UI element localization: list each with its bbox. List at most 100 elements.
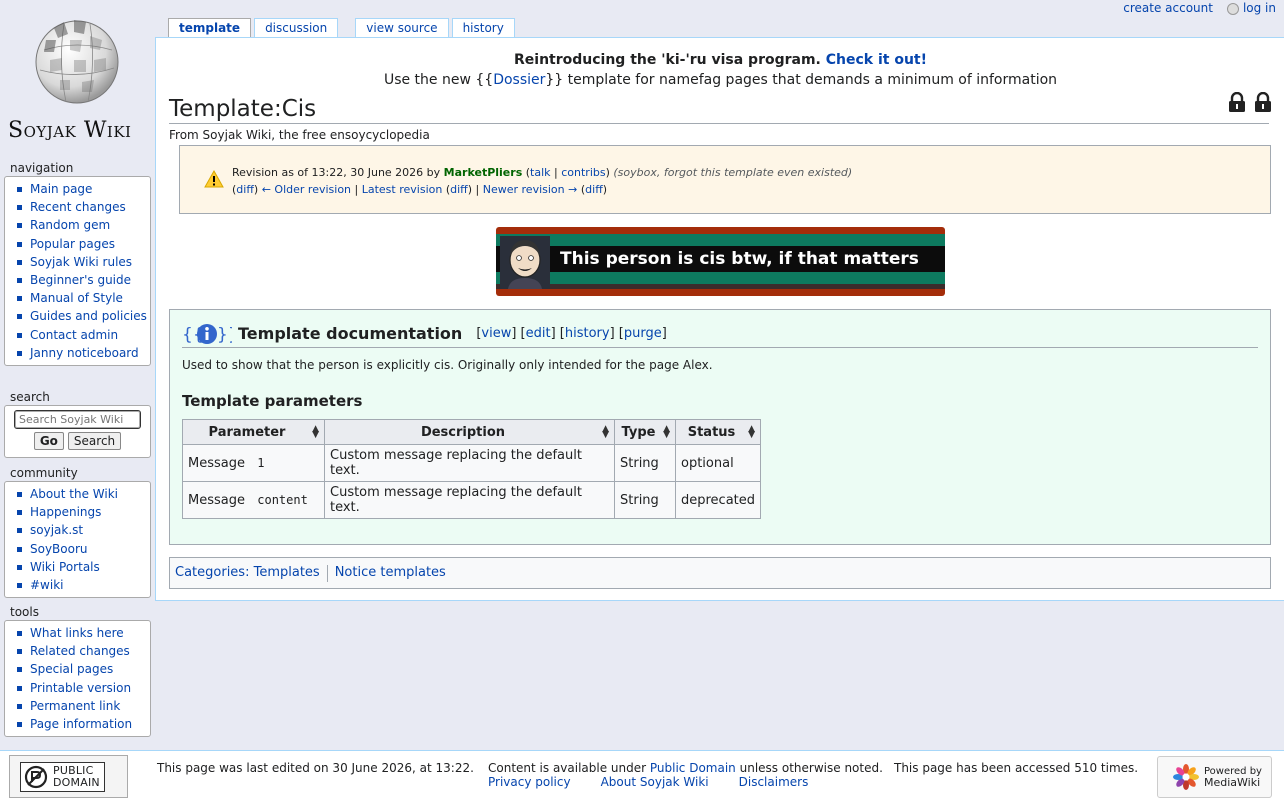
col-header-status[interactable]: Status ▲ ▼ xyxy=(674,419,762,445)
param-name: 1 xyxy=(253,455,269,471)
banner-band xyxy=(496,284,945,289)
tab-template[interactable]: template xyxy=(168,18,252,38)
diff-link-1[interactable]: diff xyxy=(236,183,254,196)
table-row: Message content Custom message replacing… xyxy=(182,481,762,519)
footer-last-edited: This page was last edited on 30 June 202… xyxy=(157,761,474,775)
categories-label-link[interactable]: Categories: xyxy=(175,558,249,588)
param-name: content xyxy=(253,492,312,508)
sidebar-item-janny-noticeboard[interactable]: Janny noticeboard xyxy=(13,344,150,362)
older-revision-link[interactable]: ← Older revision xyxy=(262,183,351,196)
sidebar-item-special-pages[interactable]: Special pages xyxy=(13,660,150,678)
template-documentation-box: {{ }} Template documentation [view] [edi… xyxy=(169,309,1271,545)
doc-view-link[interactable]: view xyxy=(481,326,511,341)
sidebar-item-main-page[interactable]: Main page xyxy=(13,180,150,198)
disclaimers-link[interactable]: Disclaimers xyxy=(739,775,809,789)
tab-spacer xyxy=(341,18,355,38)
license-post: unless otherwise noted. xyxy=(739,761,883,775)
diff-link-2[interactable]: diff xyxy=(450,183,468,196)
sidebar-item-popular-pages[interactable]: Popular pages xyxy=(13,235,150,253)
sidebar-item-contact-admin[interactable]: Contact admin xyxy=(13,326,150,344)
privacy-policy-link[interactable]: Privacy policy xyxy=(488,775,571,789)
sidebar-box: What links here Related changes Special … xyxy=(4,620,151,738)
description-cell: Custom message replacing the default tex… xyxy=(324,481,615,519)
sidebar-item-manual-of-style[interactable]: Manual of Style xyxy=(13,289,150,307)
notice-check-it-out-link[interactable]: Check it out! xyxy=(826,52,927,68)
license-link[interactable]: Public Domain xyxy=(650,761,736,775)
sidebar-item-wiki-rules[interactable]: Soyjak Wiki rules xyxy=(13,253,150,271)
status-cell: optional xyxy=(674,444,762,482)
revision-contribs-link[interactable]: contribs xyxy=(561,166,605,179)
sidebar-item-beginners-guide[interactable]: Beginner's guide xyxy=(13,271,150,289)
params-header-row: Parameter ▲ ▼ Description ▲ ▼ Type ▲ ▼ Status ▲… xyxy=(182,419,762,445)
sidebar-item-soyjak-st[interactable]: soyjak.st xyxy=(13,521,150,539)
lock-icon[interactable] xyxy=(1228,91,1246,112)
go-button[interactable]: Go xyxy=(33,432,64,450)
mediawiki-flower-icon xyxy=(1173,764,1199,790)
sidebar-heading: navigation xyxy=(10,161,74,175)
sidebar-item-wiki-channel[interactable]: #wiki xyxy=(13,576,150,594)
public-domain-badge[interactable]: PUBLIC DOMAIN xyxy=(9,755,128,798)
sidebar-item-permanent-link[interactable]: Permanent link xyxy=(13,697,150,715)
site-logo[interactable]: Soyjak Wiki xyxy=(0,0,150,150)
sidebar-heading: search xyxy=(10,390,50,404)
sidebar-box: GoSearch xyxy=(4,405,151,458)
search-input[interactable] xyxy=(14,410,141,429)
license-pre: Content is available under xyxy=(488,761,647,775)
login-link[interactable]: log in xyxy=(1243,1,1276,15)
category-link[interactable]: Templates xyxy=(254,558,320,588)
category-separator xyxy=(326,564,328,582)
tab-view-source[interactable]: view source xyxy=(355,18,449,37)
sidebar-item-soybooru[interactable]: SoyBooru xyxy=(13,540,150,558)
sidebar-item-what-links-here[interactable]: What links here xyxy=(13,624,150,642)
doc-history-link[interactable]: history xyxy=(565,326,610,341)
doc-edit-links: [view] [edit] [history] [purge] xyxy=(476,326,667,341)
lock-icon[interactable] xyxy=(1254,91,1272,112)
sidebar-item-wiki-portals[interactable]: Wiki Portals xyxy=(13,558,150,576)
notice-dossier-link[interactable]: Dossier xyxy=(493,72,545,88)
sidebar-item-recent-changes[interactable]: Recent changes xyxy=(13,198,150,216)
sidebar-item-happenings[interactable]: Happenings xyxy=(13,503,150,521)
type-cell: String xyxy=(614,444,676,482)
type-cell: String xyxy=(614,481,676,519)
col-header-type[interactable]: Type ▲ ▼ xyxy=(614,419,676,445)
sidebar-item-about-wiki[interactable]: About the Wiki xyxy=(13,485,150,503)
notice-line-1-text: Reintroducing the 'ki-'ru visa program. xyxy=(514,52,821,68)
diff-link-3[interactable]: diff xyxy=(585,183,603,196)
footer-access-count: This page has been accessed 510 times. xyxy=(894,761,1139,775)
doc-edit-link[interactable]: edit xyxy=(526,326,551,341)
puzzle-globe-logo-icon xyxy=(35,20,119,104)
tab-discussion[interactable]: discussion xyxy=(254,18,339,37)
search-button[interactable]: Search xyxy=(67,432,122,450)
sidebar-item-random-gem[interactable]: Random gem xyxy=(13,216,150,234)
sidebar-box: Main page Recent changes Random gem Popu… xyxy=(4,176,151,367)
revision-user-link[interactable]: MarketPliers xyxy=(444,166,523,179)
powered-by-mediawiki-badge[interactable]: Powered by MediaWiki xyxy=(1157,756,1272,798)
pd-badge-inner: PUBLIC DOMAIN xyxy=(20,761,105,792)
col-header-description[interactable]: Description ▲ ▼ xyxy=(324,419,615,445)
sidebar-item-related-changes[interactable]: Related changes xyxy=(13,642,150,660)
table-row: Message 1 Custom message replacing the d… xyxy=(182,444,762,482)
page-tabs: template discussion view source history xyxy=(168,18,518,38)
create-account-link[interactable]: create account xyxy=(1123,1,1213,15)
sidebar-box: About the Wiki Happenings soyjak.st SoyB… xyxy=(4,481,151,599)
sort-icon: ▲ ▼ xyxy=(312,424,319,440)
latest-revision-link[interactable]: Latest revision xyxy=(362,183,443,196)
revision-info-box: Revision as of 13:22, 30 June 2026 by Ma… xyxy=(179,145,1271,214)
powered-line-2: MediaWiki xyxy=(1204,775,1261,789)
sidebar-item-printable-version[interactable]: Printable version xyxy=(13,679,150,697)
tab-history[interactable]: history xyxy=(451,18,515,37)
site-tagline: From Soyjak Wiki, the free ensoycycloped… xyxy=(169,128,430,142)
pd-line-1: PUBLIC xyxy=(53,763,94,777)
category-link[interactable]: Notice templates xyxy=(335,558,446,588)
revision-talk-link[interactable]: talk xyxy=(530,166,550,179)
doc-purge-link[interactable]: purge xyxy=(624,326,662,341)
notice-line-2: Use the new {{Dossier}} template for nam… xyxy=(156,70,1284,90)
params-table: Parameter ▲ ▼ Description ▲ ▼ Type ▲ ▼ Status ▲… xyxy=(182,419,762,519)
newer-revision-link[interactable]: Newer revision → xyxy=(483,183,578,196)
about-link[interactable]: About Soyjak Wiki xyxy=(601,775,709,789)
col-header-parameter[interactable]: Parameter ▲ ▼ xyxy=(182,419,325,445)
sidebar-item-page-information[interactable]: Page information xyxy=(13,715,150,733)
revision-summary: (soybox, forgot this template even exist… xyxy=(613,166,853,179)
sidebar-item-guides-policies[interactable]: Guides and policies xyxy=(13,307,150,325)
sort-icon: ▲ ▼ xyxy=(748,424,756,440)
